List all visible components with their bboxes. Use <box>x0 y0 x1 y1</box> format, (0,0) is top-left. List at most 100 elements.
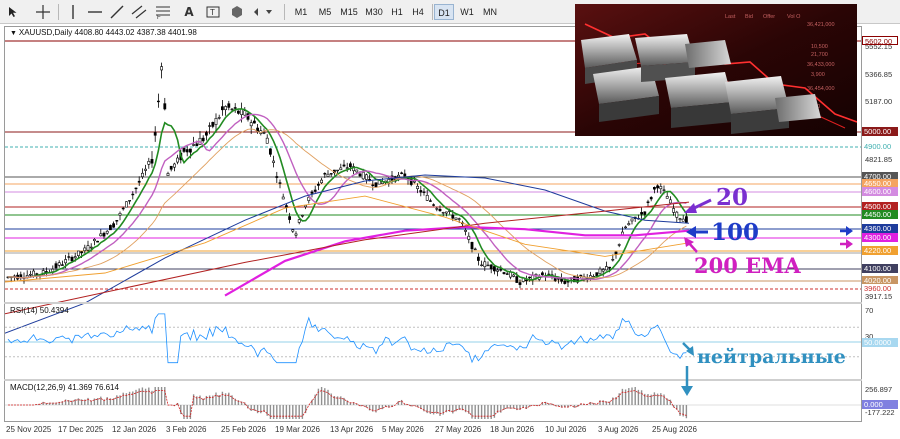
price-level-label: 5000.00 <box>862 127 898 136</box>
timeframe-h4[interactable]: H4 <box>408 4 428 20</box>
candle <box>86 240 90 252</box>
horizontal-line-icon[interactable] <box>86 3 104 21</box>
time-axis-label: 25 Nov 2025 <box>6 425 52 434</box>
time-axis-label: 25 Aug 2026 <box>652 425 697 434</box>
rsi-title: RSI(14) 50.4394 <box>10 306 69 315</box>
vertical-line-icon[interactable] <box>64 3 82 21</box>
cursor-icon[interactable] <box>4 3 22 21</box>
time-axis-label: 18 Jun 2026 <box>490 425 535 434</box>
timeframe-m15[interactable]: M15 <box>337 4 361 20</box>
candle <box>547 270 551 276</box>
price-tick: 4821.85 <box>865 155 893 164</box>
time-axis-label: 13 Apr 2026 <box>330 425 374 434</box>
candle <box>153 126 157 142</box>
candle <box>441 211 445 217</box>
candle <box>419 186 423 197</box>
candle <box>51 265 55 276</box>
gold-bars-photo: Last Bid Offer Vol O 36,421,000 10,500 2… <box>575 4 857 136</box>
candle <box>217 114 221 120</box>
candle <box>83 244 87 254</box>
chart-collapse-icon[interactable]: ▼ <box>10 30 19 37</box>
dropdown-arrow-icon[interactable] <box>250 3 276 21</box>
candle <box>297 219 301 225</box>
candle <box>444 211 448 217</box>
candle <box>157 93 160 108</box>
svg-text:F: F <box>157 15 161 19</box>
candle <box>233 103 237 113</box>
candle <box>646 199 650 207</box>
price-level-label: 4450.00 <box>862 210 898 219</box>
timeframe-m1[interactable]: M1 <box>290 4 312 20</box>
candle <box>524 275 528 285</box>
equidistant-channel-icon[interactable] <box>130 3 148 21</box>
time-axis-label: 3 Aug 2026 <box>598 425 639 434</box>
candle <box>294 231 298 239</box>
candle <box>150 151 154 168</box>
fibonacci-icon[interactable]: F <box>154 3 172 21</box>
candle <box>627 220 631 226</box>
svg-text:36,454,000: 36,454,000 <box>807 86 835 92</box>
candle <box>19 271 23 281</box>
candle <box>144 164 148 176</box>
svg-text:T: T <box>210 8 215 17</box>
timeframe-h1[interactable]: H1 <box>387 4 407 20</box>
candle <box>540 271 544 276</box>
candle <box>93 238 96 246</box>
candle <box>16 272 20 281</box>
candle <box>221 99 224 116</box>
candle <box>492 265 496 275</box>
pane-separator[interactable] <box>4 379 862 381</box>
candle <box>211 121 215 129</box>
macd-title: MACD(12,26,9) 41.369 76.614 <box>10 383 119 392</box>
shapes-icon[interactable] <box>228 3 246 21</box>
text-icon[interactable]: A <box>180 3 198 21</box>
price-level-label: 4600.00 <box>862 187 898 196</box>
candle <box>112 221 116 228</box>
trendline-icon[interactable] <box>108 3 126 21</box>
candle <box>486 261 490 267</box>
text-label-icon[interactable]: T <box>204 3 222 21</box>
timeframe-m5[interactable]: M5 <box>314 4 336 20</box>
timeframe-mn[interactable]: MN <box>479 4 501 20</box>
time-axis-label: 3 Feb 2026 <box>166 425 207 434</box>
candle <box>467 232 471 244</box>
annotation-neutral: нейтральные <box>697 346 846 368</box>
pane-separator[interactable] <box>4 302 862 304</box>
timeframe-w1[interactable]: W1 <box>457 4 477 20</box>
candle <box>320 177 324 184</box>
price-level-label: 4300.00 <box>862 233 898 242</box>
time-axis-label: 27 May 2026 <box>435 425 482 434</box>
price-tick: 5366.85 <box>865 70 893 79</box>
toolbar-separator <box>58 4 59 20</box>
macd-value-label: 0.000 <box>862 400 898 409</box>
price-level-label: 4360.00 <box>862 224 898 233</box>
timeframe-m30[interactable]: M30 <box>362 4 386 20</box>
price-level-label: 4220.00 <box>862 246 898 255</box>
candle <box>99 229 103 237</box>
candle <box>118 211 122 221</box>
rsi-value-label: 50.0000 <box>862 338 898 347</box>
ema200-line <box>224 225 690 297</box>
svg-text:36,421,000: 36,421,000 <box>807 22 835 28</box>
annotation-ma100: 100 <box>711 219 760 246</box>
crosshair-icon[interactable] <box>34 3 52 21</box>
candle <box>656 184 660 193</box>
timeframe-d1[interactable]: D1 <box>434 4 454 20</box>
candle <box>598 266 602 275</box>
candle <box>57 260 61 268</box>
candle <box>128 200 132 205</box>
candle <box>422 188 426 196</box>
candle <box>364 173 368 184</box>
candle <box>352 163 356 174</box>
candle <box>489 264 493 274</box>
candle <box>502 271 506 275</box>
candle <box>137 176 141 186</box>
candle <box>147 157 151 169</box>
candle <box>224 105 228 116</box>
time-axis[interactable]: 25 Nov 2025 17 Dec 2025 12 Jan 2026 3 Feb 2… <box>0 422 900 439</box>
candle <box>428 198 432 202</box>
price-tick: 5187.00 <box>865 97 893 106</box>
candle <box>125 201 128 208</box>
price-scale[interactable]: 5552.15 5366.85 5187.00 4821.85 3917.15 5602.… <box>862 26 900 422</box>
candle <box>259 125 263 136</box>
